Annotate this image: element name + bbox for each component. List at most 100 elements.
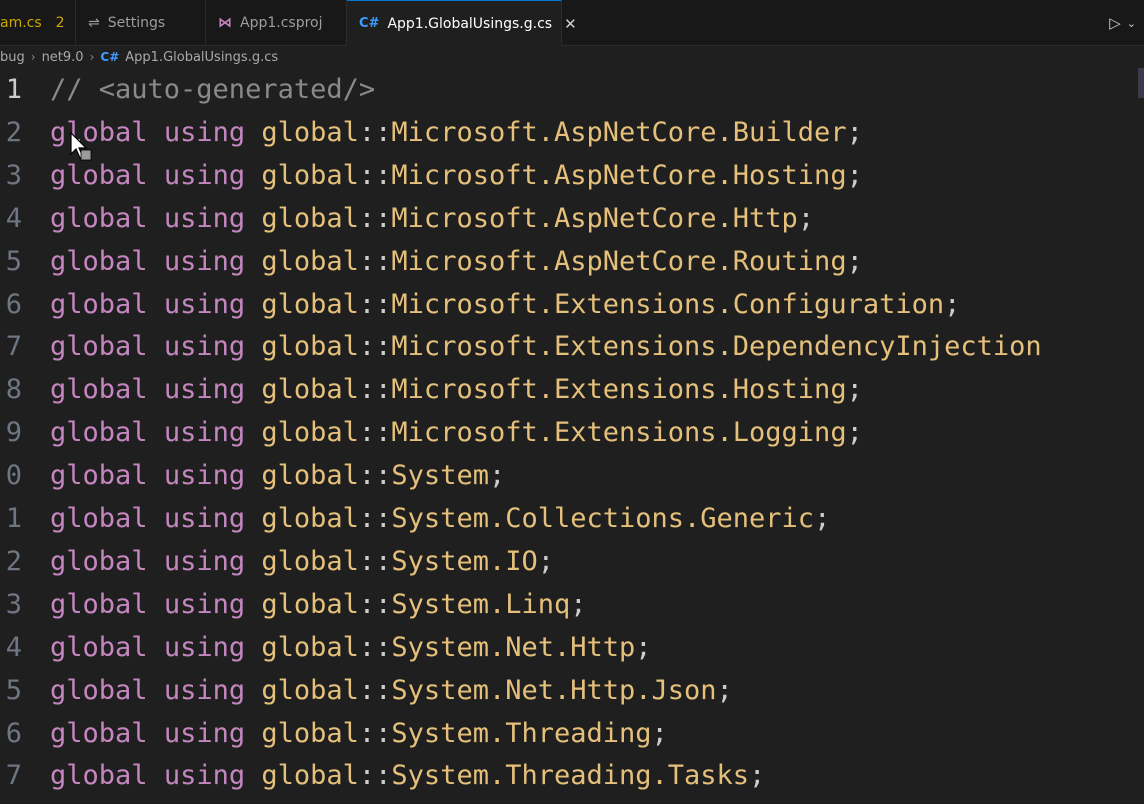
line-number: 3 (5, 588, 22, 620)
tab-bar: am.cs 2 ⇌ Settings ⋈ App1.csproj C# App1… (0, 0, 1144, 46)
code-line[interactable]: 3 global using global::Microsoft.AspNetCo… (0, 154, 1144, 197)
keyword-token: using (163, 288, 246, 320)
alias-token: global (261, 116, 359, 148)
code-line[interactable]: 1 global using global::System.Collections… (0, 497, 1144, 540)
scope-operator-token: :: (358, 631, 392, 663)
vertical-scrollbar[interactable] (1138, 68, 1144, 804)
semicolon-token: ; (846, 116, 863, 148)
breadcrumb-separator-icon: › (30, 50, 36, 64)
code-line[interactable]: 5 global using global::Microsoft.AspNetCo… (0, 240, 1144, 283)
keyword-token: global (50, 503, 148, 534)
namespace-token: System.Threading (391, 717, 652, 749)
csharp-icon: C# (100, 50, 120, 64)
line-number: 6 (5, 288, 22, 320)
keyword-token: global (50, 159, 148, 191)
tab-label: App1.GlobalUsings.g.cs (387, 15, 553, 32)
code-text: global using global::Microsoft.Extension… (50, 289, 960, 320)
scope-operator-token: :: (358, 545, 392, 577)
settings-icon: ⇌ (88, 15, 100, 31)
keyword-token: using (163, 202, 246, 234)
line-number: 7 (5, 760, 22, 792)
namespace-token: Microsoft.Extensions.Configuration (391, 288, 945, 320)
scope-operator-token: :: (358, 674, 392, 706)
code-editor[interactable]: 1 // <auto-generated/> 2 global using globa… (0, 68, 1144, 804)
semicolon-token: ; (814, 503, 831, 534)
code-line[interactable]: 4 global using global::Microsoft.AspNetCo… (0, 197, 1144, 240)
semicolon-token: ; (749, 760, 766, 792)
keyword-token: global (50, 245, 148, 277)
line-number: 0 (5, 460, 22, 492)
code-text: global using global::Microsoft.Extension… (50, 417, 863, 448)
comment-token: // <auto-generated/> (50, 74, 376, 105)
problems-badge: 2 (55, 15, 65, 31)
code-line[interactable]: 8 global using global::Microsoft.Extensio… (0, 368, 1144, 411)
namespace-token: System.Threading.Tasks (391, 760, 750, 792)
scope-operator-token: :: (358, 588, 392, 620)
scope-operator-token: :: (358, 760, 392, 792)
code-text: global using global::Microsoft.AspNetCor… (50, 160, 863, 191)
keyword-token: using (163, 717, 246, 749)
breadcrumb: bug › net9.0 › C# App1.GlobalUsings.g.cs (0, 46, 1144, 68)
code-line[interactable]: 7 global using global::System.Threading.T… (0, 754, 1144, 797)
code-text: global using global::System.Collections.… (50, 503, 830, 534)
breadcrumb-item-file[interactable]: App1.GlobalUsings.g.cs (125, 50, 278, 65)
keyword-token: using (163, 503, 246, 534)
scope-operator-token: :: (358, 245, 392, 277)
keyword-token: global (50, 674, 148, 706)
alias-token: global (261, 159, 359, 191)
code-line[interactable]: 6 global using global::System.Threading; (0, 712, 1144, 755)
code-line[interactable]: 9 global using global::Microsoft.Extensio… (0, 411, 1144, 454)
run-icon[interactable]: ▷ (1109, 14, 1121, 32)
code-line[interactable]: 2 global using global::System.IO; (0, 540, 1144, 583)
namespace-token: Microsoft.AspNetCore.Builder (391, 116, 847, 148)
code-text: global using global::System.Net.Http.Jso… (50, 675, 733, 706)
scope-operator-token: :: (358, 503, 392, 534)
tab-app1-globalusings[interactable]: C# App1.GlobalUsings.g.cs ✕ (347, 0, 577, 46)
code-line[interactable]: 0 global using global::System; (0, 454, 1144, 497)
keyword-token: using (163, 159, 246, 191)
code-line[interactable]: 6 global using global::Microsoft.Extensio… (0, 283, 1144, 326)
code-text: global using global::System.Threading.Ta… (50, 760, 765, 791)
semicolon-token: ; (635, 631, 652, 663)
semicolon-token: ; (797, 202, 815, 234)
tab-program-cs[interactable]: am.cs 2 (0, 0, 76, 46)
keyword-token: global (50, 374, 148, 406)
breadcrumb-item-net9[interactable]: net9.0 (42, 50, 84, 65)
alias-token: global (261, 374, 359, 406)
code-line[interactable]: 1 // <auto-generated/> (0, 68, 1144, 111)
keyword-token: using (163, 331, 246, 363)
alias-token: global (261, 674, 359, 706)
line-number: 1 (5, 74, 22, 105)
mouse-cursor-icon (70, 132, 92, 161)
keyword-token: global (50, 545, 148, 577)
tab-label: App1.csproj (240, 15, 323, 31)
semicolon-token: ; (944, 288, 961, 320)
namespace-token: System.Net.Http (391, 631, 636, 663)
editor-actions: ▷ ⌄ (1109, 0, 1136, 46)
chevron-down-icon[interactable]: ⌄ (1127, 17, 1136, 30)
semicolon-token: ; (846, 374, 863, 406)
code-line[interactable]: 3 global using global::System.Linq; (0, 583, 1144, 626)
alias-token: global (261, 288, 359, 320)
code-line[interactable]: 4 global using global::System.Net.Http; (0, 626, 1144, 669)
alias-token: global (261, 245, 359, 277)
code-line[interactable]: 7 global using global::Microsoft.Extensio… (0, 325, 1144, 368)
line-number: 6 (5, 717, 22, 749)
keyword-token: global (50, 588, 148, 620)
keyword-token: global (50, 717, 148, 749)
semicolon-token: ; (716, 674, 733, 706)
code-line[interactable]: 5 global using global::System.Net.Http.Js… (0, 669, 1144, 712)
alias-token: global (261, 631, 359, 663)
namespace-token: Microsoft.Extensions.DependencyInjection (391, 331, 1042, 363)
keyword-token: using (163, 460, 246, 492)
close-icon[interactable]: ✕ (564, 15, 577, 33)
code-text: global using global::Microsoft.Extension… (50, 374, 863, 405)
code-line[interactable]: 2 global using global::Microsoft.AspNetCo… (0, 111, 1144, 154)
line-number: 9 (5, 417, 22, 449)
csharp-icon: C# (359, 16, 380, 31)
tab-app1-csproj[interactable]: ⋈ App1.csproj (206, 0, 347, 46)
breadcrumb-item-debug[interactable]: bug (0, 50, 25, 65)
alias-token: global (261, 331, 359, 363)
scrollbar-thumb[interactable] (1138, 68, 1144, 98)
tab-settings[interactable]: ⇌ Settings (76, 0, 206, 46)
